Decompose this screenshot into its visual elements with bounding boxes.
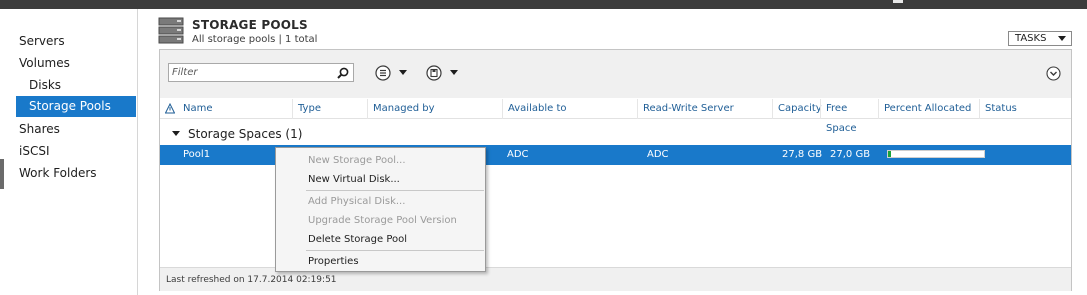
cell-capacity: 27,8 GB [782, 149, 823, 160]
sidebar-accent [0, 159, 4, 189]
column-type[interactable]: Type [292, 99, 367, 119]
chevron-down-icon [1058, 36, 1066, 41]
column-read-write-server[interactable]: Read-Write Server [637, 99, 772, 119]
cell-read-write-server: ADC [647, 149, 669, 160]
group-label: Storage Spaces (1) [188, 127, 303, 141]
sidebar: Servers Volumes Disks Storage Pools Shar… [0, 9, 138, 295]
column-managed-by[interactable]: Managed by [367, 99, 502, 119]
menu-item-add-physical-disk[interactable]: Add Physical Disk... [277, 192, 484, 211]
save-query-icon [426, 65, 442, 81]
filter-input[interactable]: Filter [168, 63, 354, 82]
context-menu: New Storage Pool... New Virtual Disk... … [275, 147, 486, 272]
group-header[interactable]: Storage Spaces (1) [160, 125, 1071, 143]
menu-item-upgrade-storage-pool-version[interactable]: Upgrade Storage Pool Version [277, 211, 484, 230]
list-view-icon [375, 65, 391, 81]
cell-free-space: 27,0 GB [830, 149, 871, 160]
save-query-button[interactable] [426, 64, 460, 82]
column-free-space[interactable]: Free Space [820, 99, 878, 134]
tasks-label: TASKS [1015, 33, 1047, 44]
list-view-button[interactable] [375, 64, 409, 82]
column-header-row: Name Type Managed by Available to Read-W… [160, 99, 1071, 134]
expand-icon[interactable] [1046, 66, 1061, 81]
page-title: STORAGE POOLS [192, 18, 308, 32]
menu-item-new-storage-pool[interactable]: New Storage Pool... [277, 151, 484, 170]
menu-item-properties[interactable]: Properties [277, 252, 484, 271]
column-capacity[interactable]: Capacity [772, 99, 822, 119]
chevron-down-icon [399, 70, 407, 75]
percent-allocated-fill [888, 151, 891, 157]
sidebar-item-shares[interactable]: Shares [16, 119, 136, 140]
column-available-to[interactable]: Available to [502, 99, 637, 119]
storage-pool-icon [158, 17, 184, 44]
cell-name: Pool1 [183, 149, 211, 160]
percent-allocated-bar [887, 150, 985, 158]
tasks-button[interactable]: TASKS [1008, 31, 1072, 46]
menu-item-delete-storage-pool[interactable]: Delete Storage Pool [277, 230, 484, 249]
filter-placeholder: Filter [172, 67, 198, 78]
search-icon[interactable] [337, 67, 349, 79]
sidebar-item-iscsi[interactable]: iSCSI [16, 141, 136, 162]
column-percent-allocated[interactable]: Percent Allocated [878, 99, 979, 119]
sidebar-item-disks[interactable]: Disks [16, 75, 136, 96]
sidebar-item-servers[interactable]: Servers [16, 31, 136, 52]
menu-separator [306, 250, 484, 251]
collapse-icon[interactable] [172, 131, 180, 136]
top-bar-mark [893, 0, 903, 3]
sidebar-item-volumes[interactable]: Volumes [16, 53, 136, 74]
column-name[interactable]: Name [178, 99, 292, 119]
page-subtitle: All storage pools | 1 total [192, 34, 318, 45]
menu-item-new-virtual-disk[interactable]: New Virtual Disk... [277, 170, 484, 189]
sidebar-item-work-folders[interactable]: Work Folders [16, 163, 136, 184]
column-status[interactable]: Status [979, 99, 1029, 119]
sort-warning-icon [165, 103, 175, 114]
menu-separator [306, 190, 484, 191]
chevron-down-icon [450, 70, 458, 75]
cell-available-to: ADC [507, 149, 529, 160]
window-top-bar [0, 0, 1087, 9]
panel-toolbar: Filter [160, 50, 1071, 98]
sidebar-item-storage-pools[interactable]: Storage Pools [16, 96, 136, 117]
